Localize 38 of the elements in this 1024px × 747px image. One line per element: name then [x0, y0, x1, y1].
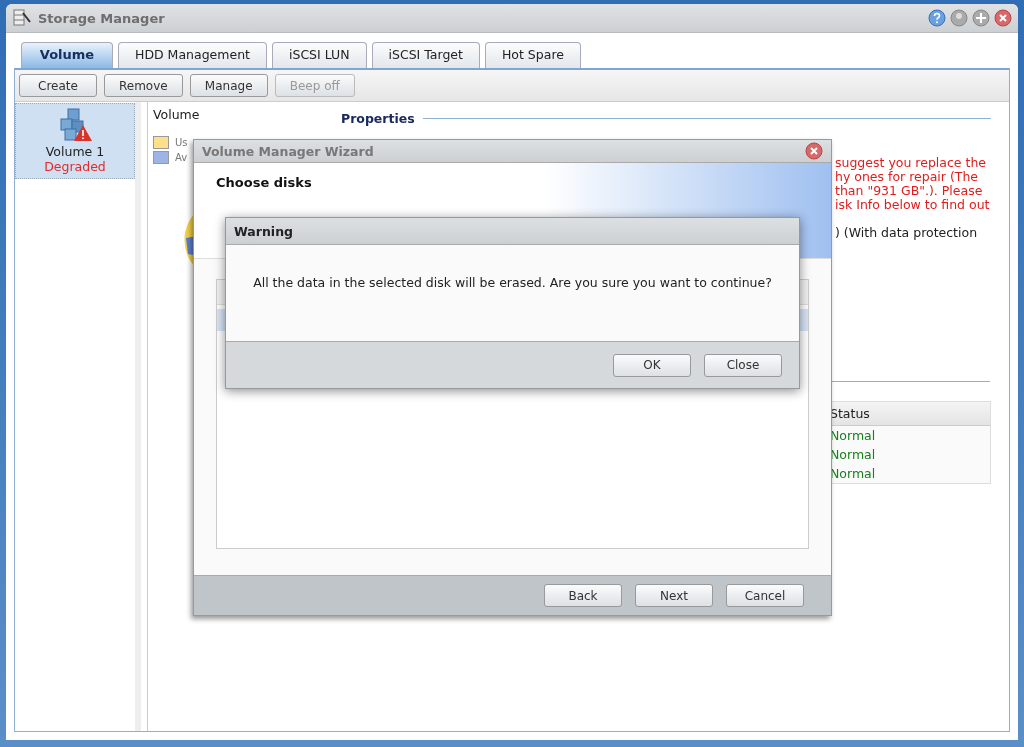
warning-text: hy ones for repair (The: [835, 170, 980, 184]
dialog-button[interactable]: Next: [635, 584, 713, 608]
raid-type-text: ) (With data protection: [835, 225, 978, 240]
legend-label: Av: [175, 152, 188, 163]
window-title: Storage Manager: [38, 10, 165, 26]
storage-icon: [12, 8, 32, 28]
tab[interactable]: HDD Management: [118, 42, 267, 68]
warning-message: All the data in the selected disk will be erased. Are you sure you want to continue?: [253, 275, 772, 292]
close-icon[interactable]: [994, 9, 1012, 27]
maximize-icon[interactable]: [972, 9, 990, 27]
minimize-icon[interactable]: [950, 9, 968, 27]
column-header: Status: [830, 406, 870, 421]
dialog-button[interactable]: Cancel: [726, 584, 804, 608]
warning-text: suggest you replace the: [835, 156, 987, 170]
cubes-warning-icon: [57, 108, 93, 142]
dialog-button[interactable]: Close: [704, 353, 782, 377]
toolbar-button[interactable]: Remove: [104, 74, 183, 97]
warning-text: isk Info below to find out: [835, 198, 990, 212]
dialog-button[interactable]: Back: [544, 584, 622, 608]
toolbar-button[interactable]: Create: [19, 74, 97, 97]
tab[interactable]: Hot Spare: [484, 42, 581, 68]
dialog-title: Volume Manager Wizard: [202, 143, 374, 159]
volume-item[interactable]: Volume 1 Degraded: [15, 103, 135, 179]
step-title: Choose disks: [216, 175, 312, 190]
toolbar-button[interactable]: Manage: [189, 74, 268, 97]
dialog-button[interactable]: OK: [613, 353, 691, 377]
warning-text: than "931 GB".). Please: [835, 184, 984, 198]
volume-status: Degraded: [44, 159, 106, 174]
panel-heading: Volume: [153, 107, 201, 122]
help-icon[interactable]: [928, 9, 946, 27]
legend-label: Us: [175, 137, 188, 148]
tab[interactable]: Volume: [21, 42, 113, 68]
dialog-title: Warning: [234, 223, 293, 239]
close-icon[interactable]: [805, 142, 823, 160]
tab[interactable]: iSCSI Target: [371, 42, 480, 68]
tab[interactable]: iSCSI LUN: [271, 42, 367, 68]
volume-name: Volume 1: [45, 144, 105, 159]
section-title: Properties: [341, 111, 415, 126]
